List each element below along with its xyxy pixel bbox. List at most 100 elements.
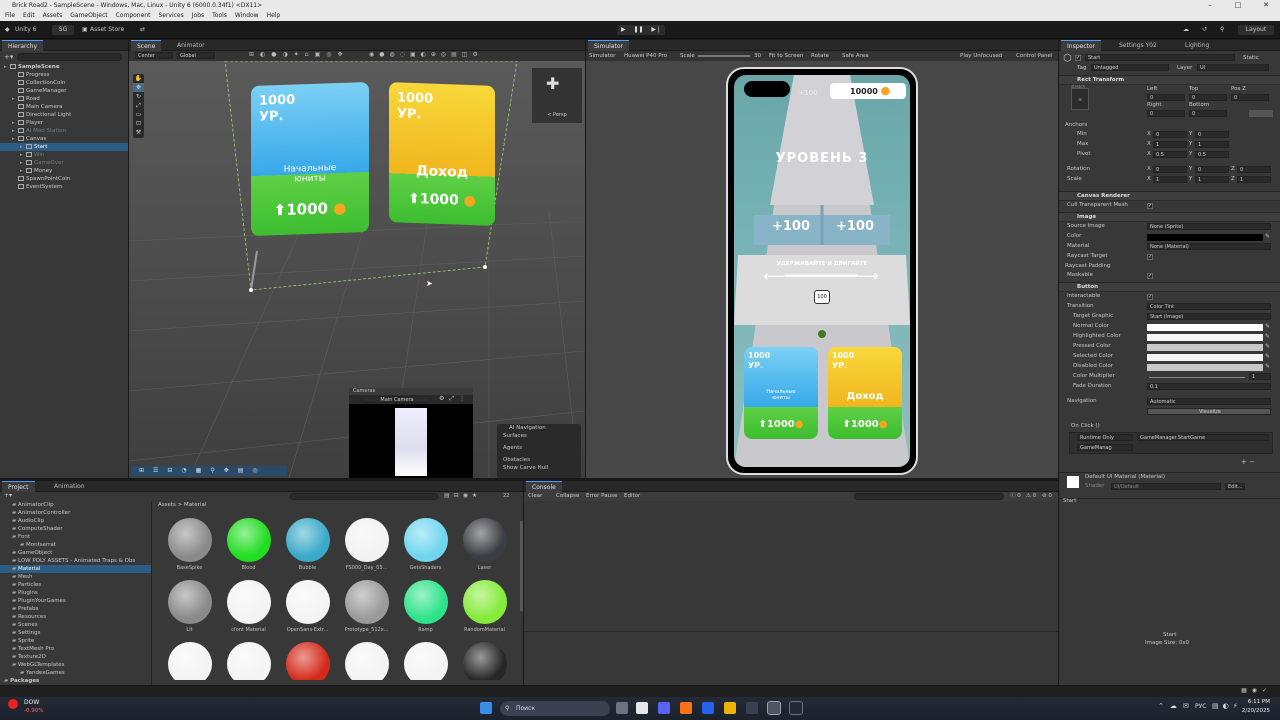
device-dropdown[interactable]: Huawei P40 Pro bbox=[624, 51, 667, 61]
scale-slider[interactable] bbox=[698, 55, 750, 57]
rotation-y[interactable]: 0 bbox=[1195, 166, 1229, 173]
hand-tool-icon[interactable]: ✋ bbox=[133, 74, 144, 83]
material-asset[interactable]: RandomMaterial bbox=[457, 580, 512, 638]
tab-hierarchy[interactable]: Hierarchy bbox=[2, 40, 44, 51]
multiplier-value[interactable]: 1 bbox=[1249, 373, 1271, 380]
material-asset[interactable]: Lit bbox=[162, 580, 217, 638]
menu-services[interactable]: Services bbox=[158, 11, 183, 21]
material-asset[interactable] bbox=[280, 642, 335, 680]
menu-assets[interactable]: Assets bbox=[43, 11, 63, 21]
image-header[interactable]: Image bbox=[1059, 212, 1280, 222]
pivot-y[interactable]: 0.5 bbox=[1195, 151, 1229, 158]
interactable-checkbox[interactable]: ✓ bbox=[1147, 294, 1153, 300]
scale-z[interactable]: 1 bbox=[1237, 176, 1271, 183]
eyedropper-icon[interactable]: ✎ bbox=[1265, 343, 1270, 350]
folder-item[interactable]: ▰ Plugins bbox=[0, 589, 151, 597]
play-unfocused-dropdown[interactable]: Play Unfocused bbox=[960, 51, 1002, 61]
normal-color-field[interactable] bbox=[1147, 324, 1263, 331]
eyedropper-icon[interactable]: ✎ bbox=[1265, 233, 1270, 240]
fade-duration-field[interactable]: 0.1 bbox=[1147, 383, 1271, 390]
folder-item[interactable]: ▰ Montserrat bbox=[0, 541, 151, 549]
layer-dropdown[interactable]: UI bbox=[1197, 64, 1269, 71]
folder-item[interactable]: ▰ Mesh bbox=[0, 573, 151, 581]
scale-tool-icon[interactable]: ⤢ bbox=[133, 101, 144, 110]
material-asset[interactable]: BaseSpike bbox=[162, 518, 217, 576]
scene-bottom-toolbar[interactable]: ⊞☰⊟◔▦⚲✥▤◎ bbox=[131, 466, 287, 476]
camera-select[interactable]: Main Camera bbox=[361, 396, 431, 403]
material-asset[interactable]: GetsShaders bbox=[398, 518, 453, 576]
raycast-padding-foldout[interactable]: Raycast Padding bbox=[1065, 263, 1110, 269]
static-toggle[interactable]: Static bbox=[1243, 55, 1259, 61]
start-menu-icon[interactable] bbox=[480, 702, 492, 714]
search-icon[interactable]: ⚲ bbox=[1220, 21, 1224, 39]
tab-scene[interactable]: Scene bbox=[131, 40, 162, 51]
scene-view-toggles[interactable]: ◉●◍◌▣◐⊕◎▤◫⚙ bbox=[369, 51, 483, 58]
rotation-x[interactable]: 0 bbox=[1153, 166, 1187, 173]
hierarchy-item[interactable]: Main Camera bbox=[0, 103, 128, 111]
mode-dropdown[interactable]: Simulator bbox=[589, 51, 616, 61]
anchor-max-y[interactable]: 1 bbox=[1195, 141, 1229, 148]
maskable-checkbox[interactable]: ✓ bbox=[1147, 273, 1153, 279]
hierarchy-item[interactable]: Progress bbox=[0, 71, 128, 79]
material-asset[interactable] bbox=[162, 642, 217, 680]
tab-project[interactable]: Project bbox=[2, 481, 35, 492]
fit-to-screen-button[interactable]: Fit to Screen bbox=[769, 51, 803, 61]
breadcrumb-material[interactable]: Material bbox=[184, 502, 206, 508]
active-checkbox[interactable]: ✓ bbox=[1075, 55, 1081, 61]
transform-tool-icon[interactable]: ⊡ bbox=[133, 119, 144, 128]
cull-transparent-checkbox[interactable]: ✓ bbox=[1147, 203, 1153, 209]
project-filter-icons[interactable]: ▤⊟◉★ bbox=[444, 492, 481, 499]
pause-icon[interactable]: ❚❚ bbox=[633, 25, 643, 35]
hierarchy-item[interactable]: ▸ Start bbox=[0, 143, 128, 151]
folder-item[interactable]: ▰ AnimatorController bbox=[0, 509, 151, 517]
axis-gizmo-icon[interactable]: ✚ bbox=[546, 74, 559, 93]
space-dropdown[interactable]: Global bbox=[177, 52, 215, 59]
scale-y[interactable]: 1 bbox=[1195, 176, 1229, 183]
tag-dropdown[interactable]: Untagged bbox=[1091, 64, 1169, 71]
file-explorer-icon[interactable] bbox=[724, 702, 736, 714]
pressed-color-field[interactable] bbox=[1147, 344, 1263, 351]
button-header[interactable]: Button bbox=[1059, 282, 1280, 292]
menu-tools[interactable]: Tools bbox=[212, 11, 227, 21]
folder-item[interactable]: ▰ Material bbox=[0, 565, 151, 573]
material-field[interactable]: None (Material) bbox=[1147, 243, 1271, 250]
layout-dropdown[interactable]: Layout bbox=[1238, 25, 1274, 35]
folder-item[interactable]: ▰ Sprite bbox=[0, 637, 151, 645]
material-asset[interactable]: OpenSans-Extr... bbox=[280, 580, 335, 638]
project-search-input[interactable] bbox=[290, 493, 438, 500]
runtime-dropdown[interactable]: Runtime Only bbox=[1077, 434, 1133, 441]
rect-tool-icon[interactable]: ▭ bbox=[133, 110, 144, 119]
menu-component[interactable]: Component bbox=[116, 11, 151, 21]
disabled-color-field[interactable] bbox=[1147, 364, 1263, 371]
folder-item[interactable]: ▰ WebGLTemplates bbox=[0, 661, 151, 669]
menu-file[interactable]: File bbox=[5, 11, 15, 21]
hierarchy-item[interactable]: ▸ SampleScene bbox=[0, 63, 128, 71]
folder-item[interactable]: ▰ GameObject bbox=[0, 549, 151, 557]
eyedropper-icon[interactable]: ✎ bbox=[1265, 353, 1270, 360]
editor-dropdown[interactable]: Editor bbox=[624, 492, 640, 501]
material-asset[interactable]: Ramp bbox=[398, 580, 453, 638]
upgrade-card-units[interactable]: 1000 УР. Начальные юниты ⬆1000● bbox=[744, 347, 818, 439]
material-asset[interactable] bbox=[221, 642, 276, 680]
taskbar-search[interactable]: ⚲ Поиск bbox=[500, 701, 610, 716]
camera-overlay-icons[interactable]: ⚙⤢⋮ bbox=[439, 395, 470, 403]
history-icon[interactable]: ↺ bbox=[1202, 21, 1207, 39]
breadcrumb-assets[interactable]: Assets bbox=[158, 502, 176, 508]
tab-lighting[interactable]: Lighting bbox=[1179, 40, 1215, 51]
anchor-handle-right[interactable] bbox=[483, 265, 487, 269]
raycast-target-checkbox[interactable]: ✓ bbox=[1147, 254, 1153, 260]
hierarchy-item[interactable]: ▸ AI Mod Station bbox=[0, 127, 128, 135]
folder-item[interactable]: ▰ TextMesh Pro bbox=[0, 645, 151, 653]
tab-inspector[interactable]: Inspector bbox=[1061, 40, 1101, 51]
folder-item[interactable]: ▰ Packages bbox=[0, 677, 151, 685]
info-count[interactable]: ⓘ 0 bbox=[1010, 492, 1021, 501]
yandex-browser-icon[interactable] bbox=[636, 702, 648, 714]
menu-gameobject[interactable]: GameObject bbox=[70, 11, 107, 21]
tab-settings[interactable]: Settings Y02 bbox=[1113, 40, 1163, 51]
projection-label[interactable]: < Persp bbox=[532, 112, 582, 118]
folder-item[interactable]: ▰ YandexGames bbox=[0, 669, 151, 677]
edit-shader-button[interactable]: Edit... bbox=[1225, 483, 1245, 490]
rect-value-field[interactable]: 0 bbox=[1147, 94, 1185, 101]
anchor-preset-button[interactable]: ⊞ bbox=[1071, 88, 1089, 110]
anchor-min-y[interactable]: 0 bbox=[1195, 131, 1229, 138]
